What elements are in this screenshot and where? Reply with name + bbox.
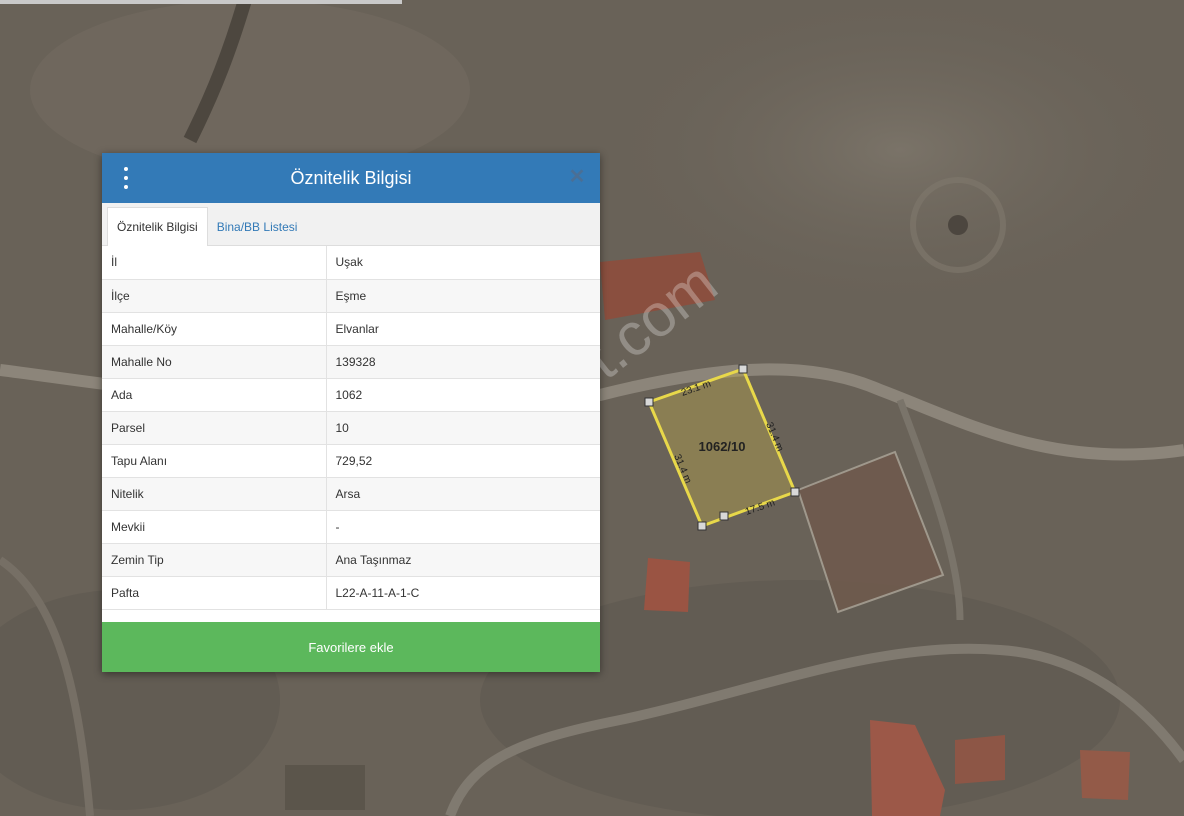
attribute-value: Elvanlar: [326, 312, 600, 346]
add-to-favorites-button[interactable]: Favorilere ekle: [102, 622, 600, 672]
vertical-dots-menu-icon[interactable]: [116, 167, 136, 189]
table-row: Mahalle/Köy Elvanlar: [102, 312, 600, 346]
tab-attribute-info[interactable]: Öznitelik Bilgisi: [107, 207, 208, 246]
dialog-header: Öznitelik Bilgisi ✕: [102, 153, 600, 203]
attribute-key: İlçe: [102, 279, 327, 313]
table-row: Tapu Alanı 729,52: [102, 444, 600, 478]
attribute-key: Zemin Tip: [102, 543, 327, 577]
tab-bar: Öznitelik Bilgisi Bina/BB Listesi: [102, 203, 600, 246]
parcel-vertex-handle[interactable]: [697, 521, 707, 531]
attribute-value: 729,52: [326, 444, 600, 478]
attribute-value: -: [326, 510, 600, 544]
table-row: İlçe Eşme: [102, 279, 600, 313]
attribute-key: Parsel: [102, 411, 327, 445]
attribute-key: İl: [102, 246, 327, 280]
building-ruin: [285, 765, 365, 810]
table-row: İl Uşak: [102, 246, 600, 280]
attribute-key: Ada: [102, 378, 327, 412]
building-roof: [1080, 750, 1130, 800]
attribute-value: 1062: [326, 378, 600, 412]
attribute-key: Tapu Alanı: [102, 444, 327, 478]
attribute-key: Pafta: [102, 576, 327, 610]
building-roof: [955, 735, 1005, 784]
attribute-dialog: Öznitelik Bilgisi ✕ Öznitelik Bilgisi Bi…: [102, 153, 600, 672]
attribute-value: Arsa: [326, 477, 600, 511]
parcel-vertex-handle[interactable]: [719, 511, 729, 521]
attribute-key: Nitelik: [102, 477, 327, 511]
building-roof: [644, 558, 690, 612]
attribute-value: Eşme: [326, 279, 600, 313]
crater-center: [948, 215, 968, 235]
attribute-value: Ana Taşınmaz: [326, 543, 600, 577]
parcel-vertex-handle[interactable]: [790, 487, 800, 497]
tab-building-list[interactable]: Bina/BB Listesi: [208, 208, 307, 245]
attribute-key: Mahalle/Köy: [102, 312, 327, 346]
attribute-key: Mahalle No: [102, 345, 327, 379]
attribute-value: 10: [326, 411, 600, 445]
attribute-table: İl Uşak İlçe Eşme Mahalle/Köy Elvanlar Mahalle…: [102, 246, 600, 610]
parcel-label: 1062/10: [699, 439, 746, 454]
dialog-title: Öznitelik Bilgisi: [290, 167, 412, 188]
table-row: Ada 1062: [102, 378, 600, 412]
table-row: Zemin Tip Ana Taşınmaz: [102, 543, 600, 577]
attribute-value: 139328: [326, 345, 600, 379]
table-row: Pafta L22-A-11-A-1-C: [102, 576, 600, 610]
parcel-vertex-handle[interactable]: [738, 364, 748, 374]
attribute-value: L22-A-11-A-1-C: [326, 576, 600, 610]
table-row: Nitelik Arsa: [102, 477, 600, 511]
table-row: Mahalle No 139328: [102, 345, 600, 379]
table-row: Parsel 10: [102, 411, 600, 445]
close-icon[interactable]: ✕: [566, 166, 588, 188]
parcel-vertex-handle[interactable]: [644, 397, 654, 407]
attribute-value: Uşak: [326, 246, 600, 280]
attribute-key: Mevkii: [102, 510, 327, 544]
top-scroll-strip: [0, 0, 402, 4]
table-row: Mevkii -: [102, 510, 600, 544]
